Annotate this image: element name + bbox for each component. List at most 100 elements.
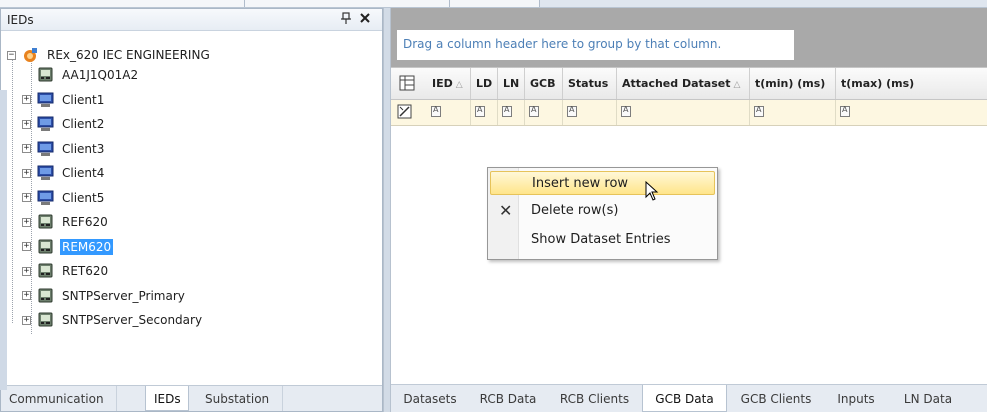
top-toolbar-strip bbox=[0, 0, 987, 8]
filter-operator-icon[interactable] bbox=[840, 105, 850, 117]
tree-item-label: Client1 bbox=[62, 92, 105, 107]
column-header-ied[interactable]: IED △ bbox=[427, 68, 471, 99]
column-header-attached-dataset[interactable]: Attached Dataset △ bbox=[617, 68, 750, 99]
column-header-gcb[interactable]: GCB bbox=[525, 68, 563, 99]
expand-icon[interactable]: + bbox=[22, 242, 31, 251]
left-tab-bar: Communication IEDs Substation bbox=[1, 385, 382, 411]
filter-operator-icon[interactable] bbox=[529, 105, 539, 117]
pin-icon[interactable] bbox=[340, 12, 352, 28]
filter-operator-icon[interactable] bbox=[431, 105, 441, 117]
tree-root-label: REx_620 IEC ENGINEERING bbox=[47, 48, 210, 62]
filter-operator-icon[interactable] bbox=[475, 105, 485, 117]
ied-device-icon bbox=[37, 312, 54, 328]
column-header-tmin[interactable]: t(min) (ms) bbox=[750, 68, 836, 99]
panel-title: IEDs bbox=[7, 13, 34, 27]
top-tab-segment[interactable] bbox=[245, 0, 450, 7]
client-computer-icon bbox=[37, 165, 54, 181]
tab-substation[interactable]: Substation bbox=[197, 386, 283, 411]
panel-splitter[interactable] bbox=[383, 8, 391, 412]
filter-cell-tmax[interactable] bbox=[836, 100, 987, 125]
tree-item-label: RET620 bbox=[62, 264, 109, 278]
filter-edit-icon[interactable] bbox=[397, 104, 413, 123]
tree-item[interactable]: + REF620 bbox=[22, 212, 110, 232]
column-header-status[interactable]: Status bbox=[563, 68, 617, 99]
menu-item-insert-new-row[interactable]: Insert new row bbox=[490, 171, 715, 195]
client-computer-icon bbox=[37, 141, 54, 157]
tab-rcb-clients[interactable]: RCB Clients bbox=[547, 385, 642, 412]
filter-cell-ln[interactable] bbox=[498, 100, 525, 125]
expand-icon[interactable]: + bbox=[22, 266, 31, 276]
filter-operator-icon[interactable] bbox=[567, 105, 577, 117]
tab-ln-data[interactable]: LN Data bbox=[887, 385, 969, 412]
filter-cell-status[interactable] bbox=[563, 100, 617, 125]
top-tab-segment[interactable] bbox=[450, 0, 540, 7]
tree-item-label: SNTPServer_Primary bbox=[62, 288, 185, 303]
tree-item-label: Client4 bbox=[62, 166, 105, 180]
column-chooser-icon[interactable] bbox=[399, 75, 415, 94]
ied-device-icon bbox=[37, 239, 54, 255]
menu-item-label: Delete row(s) bbox=[531, 203, 619, 218]
filter-cell-tmin[interactable] bbox=[750, 100, 836, 125]
tree-item[interactable]: + Client3 bbox=[22, 139, 106, 159]
tab-inputs[interactable]: Inputs bbox=[825, 385, 887, 412]
tab-datasets[interactable]: Datasets bbox=[391, 385, 469, 412]
tree-item[interactable]: + RET620 bbox=[22, 261, 110, 281]
close-icon[interactable] bbox=[359, 10, 371, 28]
expand-icon[interactable]: + bbox=[22, 95, 31, 104]
tree-connector bbox=[12, 55, 13, 323]
tree-item[interactable]: + Client5 bbox=[22, 188, 106, 208]
tree-item[interactable]: + SNTPServer_Secondary bbox=[22, 310, 204, 330]
grid-header: IED △ LD LN GCB Status Attached Dataset △ … bbox=[391, 67, 987, 100]
tree-item[interactable]: + REM620 bbox=[22, 237, 114, 257]
expand-icon[interactable]: + bbox=[22, 193, 31, 202]
filter-operator-icon[interactable] bbox=[754, 105, 764, 117]
tree-item[interactable]: + Client4 bbox=[22, 163, 106, 183]
expand-icon[interactable]: + bbox=[22, 168, 31, 178]
filter-cell-ied[interactable] bbox=[427, 100, 471, 125]
tree-item-label: REM620 bbox=[60, 238, 114, 255]
column-header-ln[interactable]: LN bbox=[498, 68, 525, 99]
expand-icon[interactable]: + bbox=[22, 119, 31, 129]
tree-item[interactable]: + SNTPServer_Primary bbox=[22, 286, 187, 306]
tree-root[interactable]: − REx_620 IEC ENGINEERING bbox=[7, 45, 212, 65]
expand-icon[interactable]: + bbox=[22, 291, 31, 300]
filter-operator-icon[interactable] bbox=[621, 105, 631, 117]
delete-x-icon: ✕ bbox=[499, 201, 513, 220]
menu-item-show-dataset-entries[interactable]: Show Dataset Entries bbox=[490, 228, 715, 252]
right-tab-bar: Datasets RCB Data RCB Clients GCB Data G… bbox=[391, 384, 987, 412]
ied-tree: − REx_620 IEC ENGINEERING AA1J1Q01A2 + Cli… bbox=[1, 41, 382, 371]
ied-device-icon bbox=[37, 263, 54, 279]
expand-icon[interactable]: + bbox=[22, 315, 31, 325]
tree-item[interactable]: + Client2 bbox=[22, 114, 106, 134]
filter-cell-gcb[interactable] bbox=[525, 100, 563, 125]
filter-operator-icon[interactable] bbox=[502, 105, 512, 117]
tree-item-label: Client3 bbox=[62, 141, 105, 156]
context-menu: Insert new row ✕ Delete row(s) Show Data… bbox=[487, 167, 718, 260]
expand-icon[interactable]: + bbox=[22, 144, 31, 153]
group-by-area[interactable]: Drag a column header here to group by th… bbox=[391, 8, 987, 67]
column-label: IED bbox=[432, 77, 453, 90]
filter-cell-attached-dataset[interactable] bbox=[617, 100, 750, 125]
client-computer-icon bbox=[37, 116, 54, 132]
tab-rcb-data[interactable]: RCB Data bbox=[469, 385, 547, 412]
column-header-tmax[interactable]: t(max) (ms) bbox=[836, 68, 987, 99]
expand-icon[interactable]: + bbox=[22, 217, 31, 227]
filter-cell-ld[interactable] bbox=[471, 100, 498, 125]
collapse-icon[interactable]: − bbox=[7, 50, 16, 60]
engineering-root-icon bbox=[22, 47, 39, 63]
column-header-ld[interactable]: LD bbox=[471, 68, 498, 99]
column-label: Attached Dataset bbox=[622, 77, 731, 90]
ied-device-icon bbox=[37, 288, 54, 304]
top-tab-segment[interactable] bbox=[0, 0, 245, 7]
tree-item[interactable]: + Client1 bbox=[22, 90, 106, 110]
menu-item-delete-rows[interactable]: ✕ Delete row(s) bbox=[490, 199, 715, 223]
tab-communication[interactable]: Communication bbox=[1, 386, 117, 411]
tree-item-label: REF620 bbox=[62, 215, 108, 229]
tab-ieds[interactable]: IEDs bbox=[145, 386, 189, 411]
tab-gcb-clients[interactable]: GCB Clients bbox=[727, 385, 825, 412]
tab-gcb-data[interactable]: GCB Data bbox=[642, 385, 727, 412]
client-computer-icon bbox=[37, 190, 54, 206]
tree-item-label: AA1J1Q01A2 bbox=[62, 68, 139, 82]
ied-device-icon bbox=[37, 214, 54, 230]
tree-item[interactable]: AA1J1Q01A2 bbox=[37, 65, 140, 85]
